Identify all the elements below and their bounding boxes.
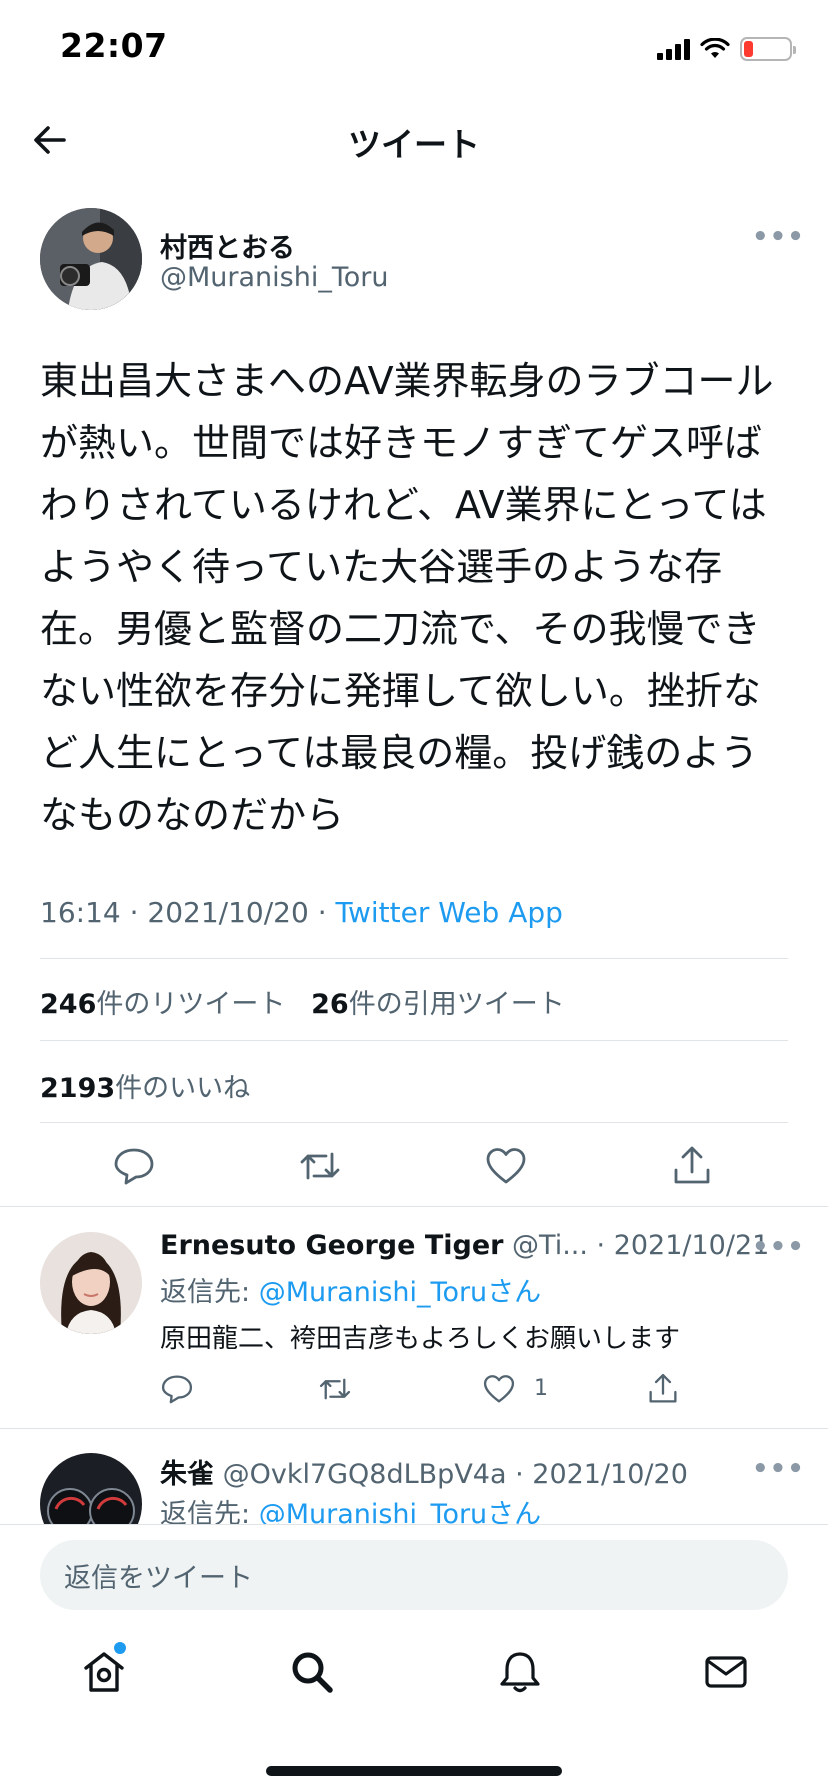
tweet-text: 東出昌大さまへのAV業界転身のラブコールが熱い。世間では好きモノすぎてゲス呼ばわ… — [40, 359, 774, 837]
likes-link[interactable]: 2193件のいいね — [40, 1066, 250, 1105]
reply-to: 返信先: @Muranishi_Toruさん — [160, 1277, 542, 1308]
search-icon[interactable] — [288, 1648, 336, 1696]
quotes-link[interactable]: 26件の引用ツイート — [311, 989, 565, 1020]
home-indicator[interactable] — [266, 1766, 562, 1776]
tweet-actions — [40, 1132, 788, 1202]
reply-clip: 朱雀 @Ovkl7GQ8dLBpV4a · 2021/10/20 ••• 返信先… — [0, 1429, 828, 1524]
reply-compose-input[interactable]: 返信をツイート — [40, 1540, 788, 1610]
home-icon[interactable] — [80, 1648, 128, 1696]
reply-header: 朱雀 @Ovkl7GQ8dLBpV4a · 2021/10/20 — [160, 1452, 688, 1491]
bell-icon[interactable] — [496, 1648, 544, 1696]
reply-icon[interactable] — [112, 1144, 156, 1188]
signal-icon — [657, 38, 690, 60]
battery-icon — [740, 37, 796, 61]
divider — [0, 1206, 828, 1207]
share-icon[interactable] — [646, 1372, 680, 1406]
reply-to-link[interactable]: @Muranishi_Toruさん — [259, 1277, 542, 1308]
more-options-icon[interactable]: ••• — [752, 1232, 805, 1262]
divider — [40, 1122, 788, 1123]
reply-author-name[interactable]: Ernesuto George Tiger — [160, 1230, 503, 1261]
reply-like-count: 1 — [534, 1376, 548, 1401]
reply-avatar[interactable] — [40, 1453, 142, 1524]
more-options-icon[interactable]: ••• — [752, 222, 805, 252]
status-icons — [657, 32, 796, 66]
reply-to-link[interactable]: @Muranishi_Toruさん — [259, 1499, 542, 1524]
reply-avatar[interactable] — [40, 1232, 142, 1334]
mail-icon[interactable] — [702, 1648, 750, 1696]
reply-author-name[interactable]: 朱雀 — [160, 1459, 214, 1490]
reply-handle-date: @Ovkl7GQ8dLBpV4a · 2021/10/20 — [214, 1459, 688, 1490]
share-icon[interactable] — [670, 1144, 714, 1188]
divider — [40, 958, 788, 959]
tweet-time: 16:14 — [40, 896, 121, 929]
divider — [0, 1524, 828, 1525]
more-options-icon[interactable]: ••• — [752, 1454, 805, 1484]
wifi-icon — [700, 38, 730, 58]
tweet-date: 2021/10/20 — [147, 896, 309, 929]
reply-header: Ernesuto George Tiger @Ti... · 2021/10/2… — [160, 1230, 769, 1261]
heart-icon[interactable] — [484, 1144, 528, 1188]
reply-handle-date: @Ti... · 2021/10/21 — [503, 1230, 770, 1261]
author-avatar[interactable] — [40, 208, 142, 310]
retweets-link[interactable]: 246件のリツイート — [40, 989, 285, 1020]
author-handle[interactable]: @Muranishi_Toru — [160, 262, 389, 293]
page-title: ツイート — [348, 125, 480, 164]
reply-to: 返信先: @Muranishi_Toruさん — [160, 1492, 541, 1524]
retweet-icon[interactable] — [298, 1144, 342, 1188]
divider — [40, 1040, 788, 1041]
tweet-meta: 16:14 · 2021/10/20 · Twitter Web App — [40, 896, 563, 929]
retweet-stats: 246件のリツイート 26件の引用ツイート — [40, 982, 565, 1021]
retweet-icon[interactable] — [318, 1372, 352, 1406]
reply-actions: 1 — [160, 1368, 700, 1412]
reply-icon[interactable] — [160, 1372, 194, 1406]
author-name[interactable]: 村西とおる — [160, 226, 295, 265]
status-time: 22:07 — [60, 26, 168, 65]
notification-dot — [114, 1642, 126, 1654]
tweet-source-link[interactable]: Twitter Web App — [336, 896, 563, 929]
heart-icon[interactable] — [482, 1372, 516, 1406]
reply-text: 原田龍二、袴田吉彦もよろしくお願いします — [160, 1324, 681, 1354]
